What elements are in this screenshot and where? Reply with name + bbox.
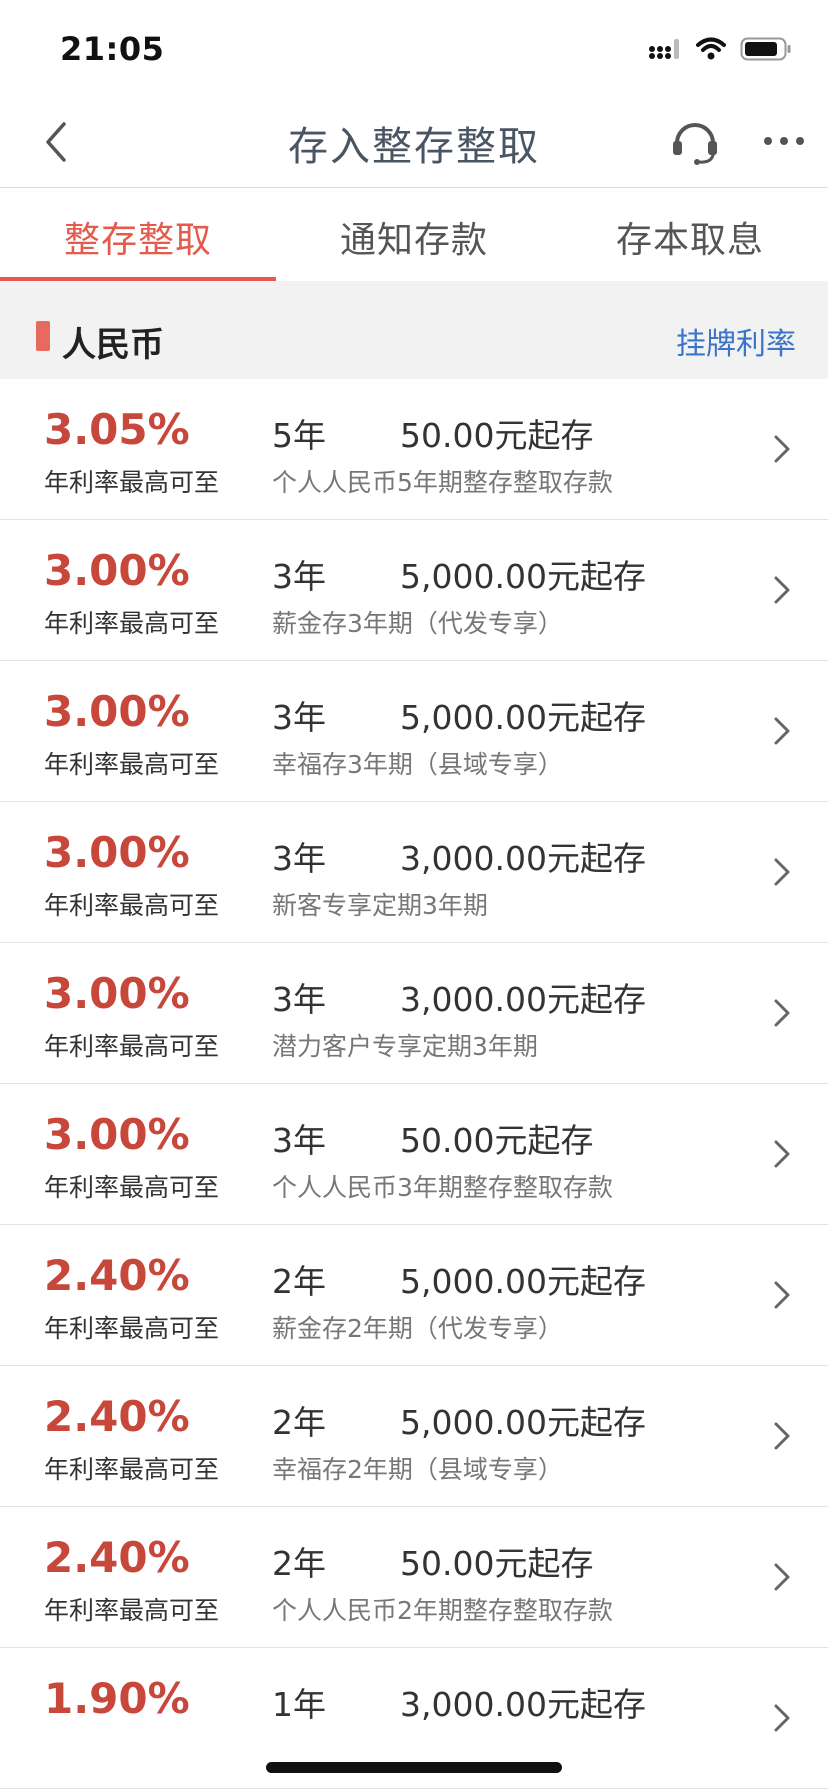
listed-rates-link[interactable]: 挂牌利率 [676, 319, 796, 363]
product-list: 3.05% 年利率最高可至 5年 50.00元起存 个人人民币5年期整存整取存款… [0, 379, 828, 1789]
min-amount: 3,000.00元起存 [400, 980, 646, 1019]
rate-value: 3.05% [44, 405, 190, 454]
rate-label: 年利率最高可至 [44, 1596, 220, 1625]
tab-bar: 整存整取 通知存款 存本取息 [0, 189, 828, 281]
rate-value: 3.00% [44, 546, 190, 595]
product-name: 薪金存3年期（代发专享） [272, 609, 563, 638]
chevron-right-icon [774, 576, 790, 604]
rate-label: 年利率最高可至 [44, 609, 220, 638]
list-item[interactable]: 2.40% 年利率最高可至 2年 5,000.00元起存 薪金存2年期（代发专享… [0, 1225, 828, 1366]
chevron-right-icon [774, 999, 790, 1027]
rate-label: 年利率最高可至 [44, 1032, 220, 1061]
rate-label: 年利率最高可至 [44, 1314, 220, 1343]
term: 2年 [272, 1544, 326, 1583]
list-item[interactable]: 3.05% 年利率最高可至 5年 50.00元起存 个人人民币5年期整存整取存款 [0, 379, 828, 520]
list-item[interactable]: 2.40% 年利率最高可至 2年 5,000.00元起存 幸福存2年期（县域专享… [0, 1366, 828, 1507]
term: 3年 [272, 839, 326, 878]
wifi-icon [696, 37, 726, 60]
section-header: 人民币 挂牌利率 [0, 281, 828, 379]
list-item[interactable]: 3.00% 年利率最高可至 3年 5,000.00元起存 幸福存3年期（县域专享… [0, 661, 828, 802]
signal-icon [649, 39, 679, 59]
rate-value: 3.00% [44, 969, 190, 1018]
more-icon [764, 137, 804, 145]
list-item[interactable]: 3.00% 年利率最高可至 3年 3,000.00元起存 潜力客户专享定期3年期 [0, 943, 828, 1084]
term: 3年 [272, 698, 326, 737]
chevron-right-icon [774, 717, 790, 745]
rate-value: 2.40% [44, 1533, 190, 1582]
chevron-right-icon [774, 435, 790, 463]
rate-label: 年利率最高可至 [44, 891, 220, 920]
list-item[interactable]: 3.00% 年利率最高可至 3年 5,000.00元起存 薪金存3年期（代发专享… [0, 520, 828, 661]
min-amount: 50.00元起存 [400, 416, 594, 455]
min-amount: 50.00元起存 [400, 1544, 594, 1583]
rate-value: 2.40% [44, 1392, 190, 1441]
list-item[interactable]: 3.00% 年利率最高可至 3年 3,000.00元起存 新客专享定期3年期 [0, 802, 828, 943]
min-amount: 5,000.00元起存 [400, 698, 646, 737]
home-indicator[interactable] [266, 1762, 562, 1773]
rate-value: 3.00% [44, 1110, 190, 1159]
min-amount: 5,000.00元起存 [400, 1262, 646, 1301]
more-button[interactable] [756, 110, 812, 172]
min-amount: 5,000.00元起存 [400, 1403, 646, 1442]
min-amount: 3,000.00元起存 [400, 1685, 646, 1724]
nav-bar: 存入整存整取 [0, 96, 828, 188]
status-time: 21:05 [60, 30, 165, 68]
list-item[interactable]: 2.40% 年利率最高可至 2年 50.00元起存 个人人民币2年期整存整取存款 [0, 1507, 828, 1648]
min-amount: 50.00元起存 [400, 1121, 594, 1160]
tab-fixed-deposit[interactable]: 整存整取 [0, 189, 276, 281]
customer-service-button[interactable] [664, 110, 726, 172]
rate-value: 1.90% [44, 1674, 190, 1723]
term: 2年 [272, 1262, 326, 1301]
chevron-right-icon [774, 858, 790, 886]
chevron-right-icon [774, 1422, 790, 1450]
term: 3年 [272, 980, 326, 1019]
battery-icon [740, 37, 791, 61]
chevron-right-icon [774, 1281, 790, 1309]
product-name: 幸福存2年期（县域专享） [272, 1455, 563, 1484]
product-name: 新客专享定期3年期 [272, 891, 488, 920]
product-name: 个人人民币5年期整存整取存款 [272, 468, 613, 497]
chevron-right-icon [774, 1563, 790, 1591]
rate-value: 3.00% [44, 687, 190, 736]
min-amount: 5,000.00元起存 [400, 557, 646, 596]
term: 3年 [272, 1121, 326, 1160]
rate-value: 3.00% [44, 828, 190, 877]
rate-label: 年利率最高可至 [44, 1173, 220, 1202]
product-name: 潜力客户专享定期3年期 [272, 1032, 538, 1061]
rate-value: 2.40% [44, 1251, 190, 1300]
list-item[interactable]: 3.00% 年利率最高可至 3年 50.00元起存 个人人民币3年期整存整取存款 [0, 1084, 828, 1225]
tab-notice-deposit[interactable]: 通知存款 [276, 189, 552, 281]
term: 2年 [272, 1403, 326, 1442]
screen: 21:05 存入整存整取 整存整取 通知存款 存本取息 人民币 挂牌利率 3.0… [0, 0, 828, 1792]
chevron-right-icon [774, 1140, 790, 1168]
term: 1年 [272, 1685, 326, 1724]
product-name: 个人人民币2年期整存整取存款 [272, 1596, 613, 1625]
customer-service-icon [673, 123, 717, 165]
status-icons [648, 34, 792, 64]
product-name: 薪金存2年期（代发专享） [272, 1314, 563, 1343]
section-title: 人民币 [62, 325, 164, 365]
term: 3年 [272, 557, 326, 596]
min-amount: 3,000.00元起存 [400, 839, 646, 878]
section-marker [36, 321, 50, 351]
product-name: 幸福存3年期（县域专享） [272, 750, 563, 779]
term: 5年 [272, 416, 326, 455]
tab-interest-withdrawal[interactable]: 存本取息 [552, 189, 828, 281]
chevron-right-icon [774, 1704, 790, 1732]
product-name: 个人人民币3年期整存整取存款 [272, 1173, 613, 1202]
status-bar: 21:05 [0, 0, 828, 96]
rate-label: 年利率最高可至 [44, 468, 220, 497]
rate-label: 年利率最高可至 [44, 750, 220, 779]
rate-label: 年利率最高可至 [44, 1455, 220, 1484]
